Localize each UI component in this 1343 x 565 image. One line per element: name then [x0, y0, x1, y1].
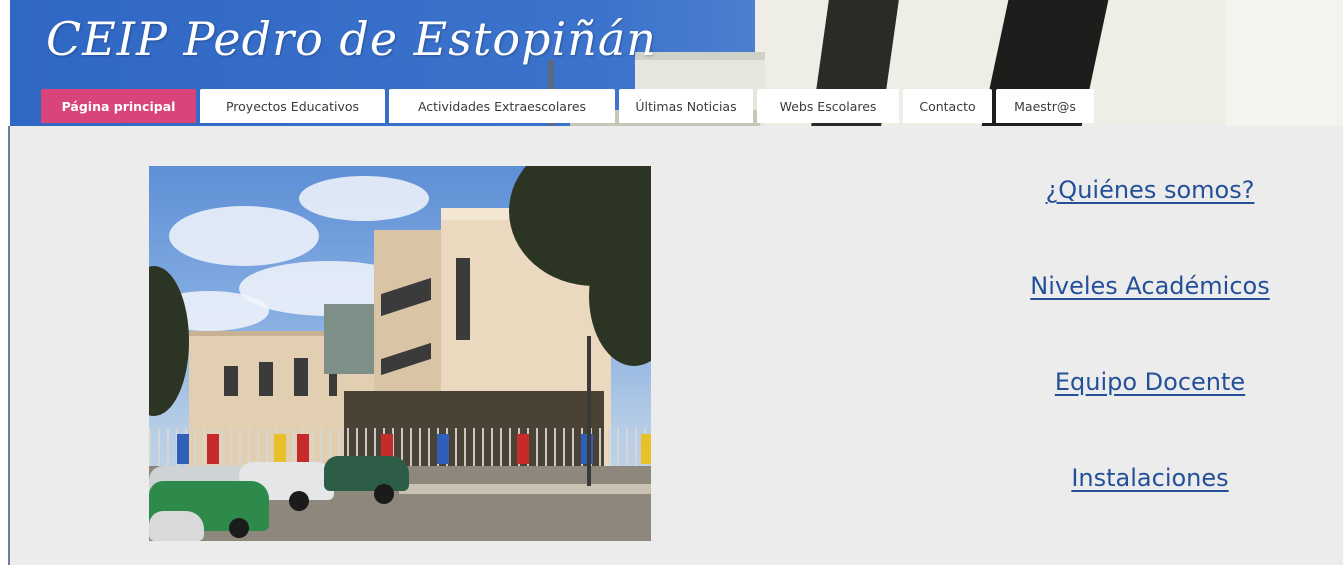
site-header: CEIP Pedro de Estopiñán Página principal… — [10, 0, 1343, 126]
photo-car-wheel — [289, 491, 309, 511]
photo-sidewalk — [399, 484, 651, 494]
tab-pagina-principal[interactable]: Página principal — [41, 89, 196, 123]
photo-lamp-post — [587, 336, 591, 486]
photo-car-wheel — [374, 484, 394, 504]
photo-car — [324, 456, 409, 491]
tab-proyectos-educativos[interactable]: Proyectos Educativos — [200, 89, 385, 123]
photo-color-panel — [207, 434, 219, 464]
photo-glass-facade — [324, 304, 374, 374]
school-building-photo — [149, 166, 651, 541]
site-title[interactable]: CEIP Pedro de Estopiñán — [46, 6, 657, 72]
link-niveles-academicos[interactable]: Niveles Académicos — [990, 272, 1310, 300]
tab-contacto[interactable]: Contacto — [903, 89, 992, 123]
photo-cloud — [299, 176, 429, 221]
photo-window — [456, 258, 470, 340]
link-equipo-docente[interactable]: Equipo Docente — [990, 368, 1310, 396]
photo-color-panel — [274, 434, 286, 464]
link-instalaciones[interactable]: Instalaciones — [990, 464, 1310, 492]
tab-actividades-extraescolares[interactable]: Actividades Extraescolares — [389, 89, 615, 123]
photo-window — [224, 366, 238, 396]
main-navigation: Página principal Proyectos Educativos Ac… — [41, 89, 1094, 123]
link-quienes-somos[interactable]: ¿Quiénes somos? — [990, 176, 1310, 204]
main-content: ¿Quiénes somos? Niveles Académicos Equip… — [10, 126, 1343, 565]
photo-color-panel — [177, 434, 189, 464]
photo-window — [294, 358, 308, 396]
photo-color-panel — [517, 434, 529, 464]
photo-color-panel — [297, 434, 309, 464]
photo-color-panel — [437, 434, 449, 464]
tab-maestros[interactable]: Maestr@s — [996, 89, 1094, 123]
photo-color-panel — [641, 434, 651, 464]
photo-cloud — [169, 206, 319, 266]
tab-webs-escolares[interactable]: Webs Escolares — [757, 89, 899, 123]
photo-car — [149, 511, 204, 541]
photo-window — [259, 362, 273, 396]
tab-ultimas-noticias[interactable]: Últimas Noticias — [619, 89, 753, 123]
photo-car-wheel — [229, 518, 249, 538]
header-building-wall — [1225, 0, 1343, 126]
